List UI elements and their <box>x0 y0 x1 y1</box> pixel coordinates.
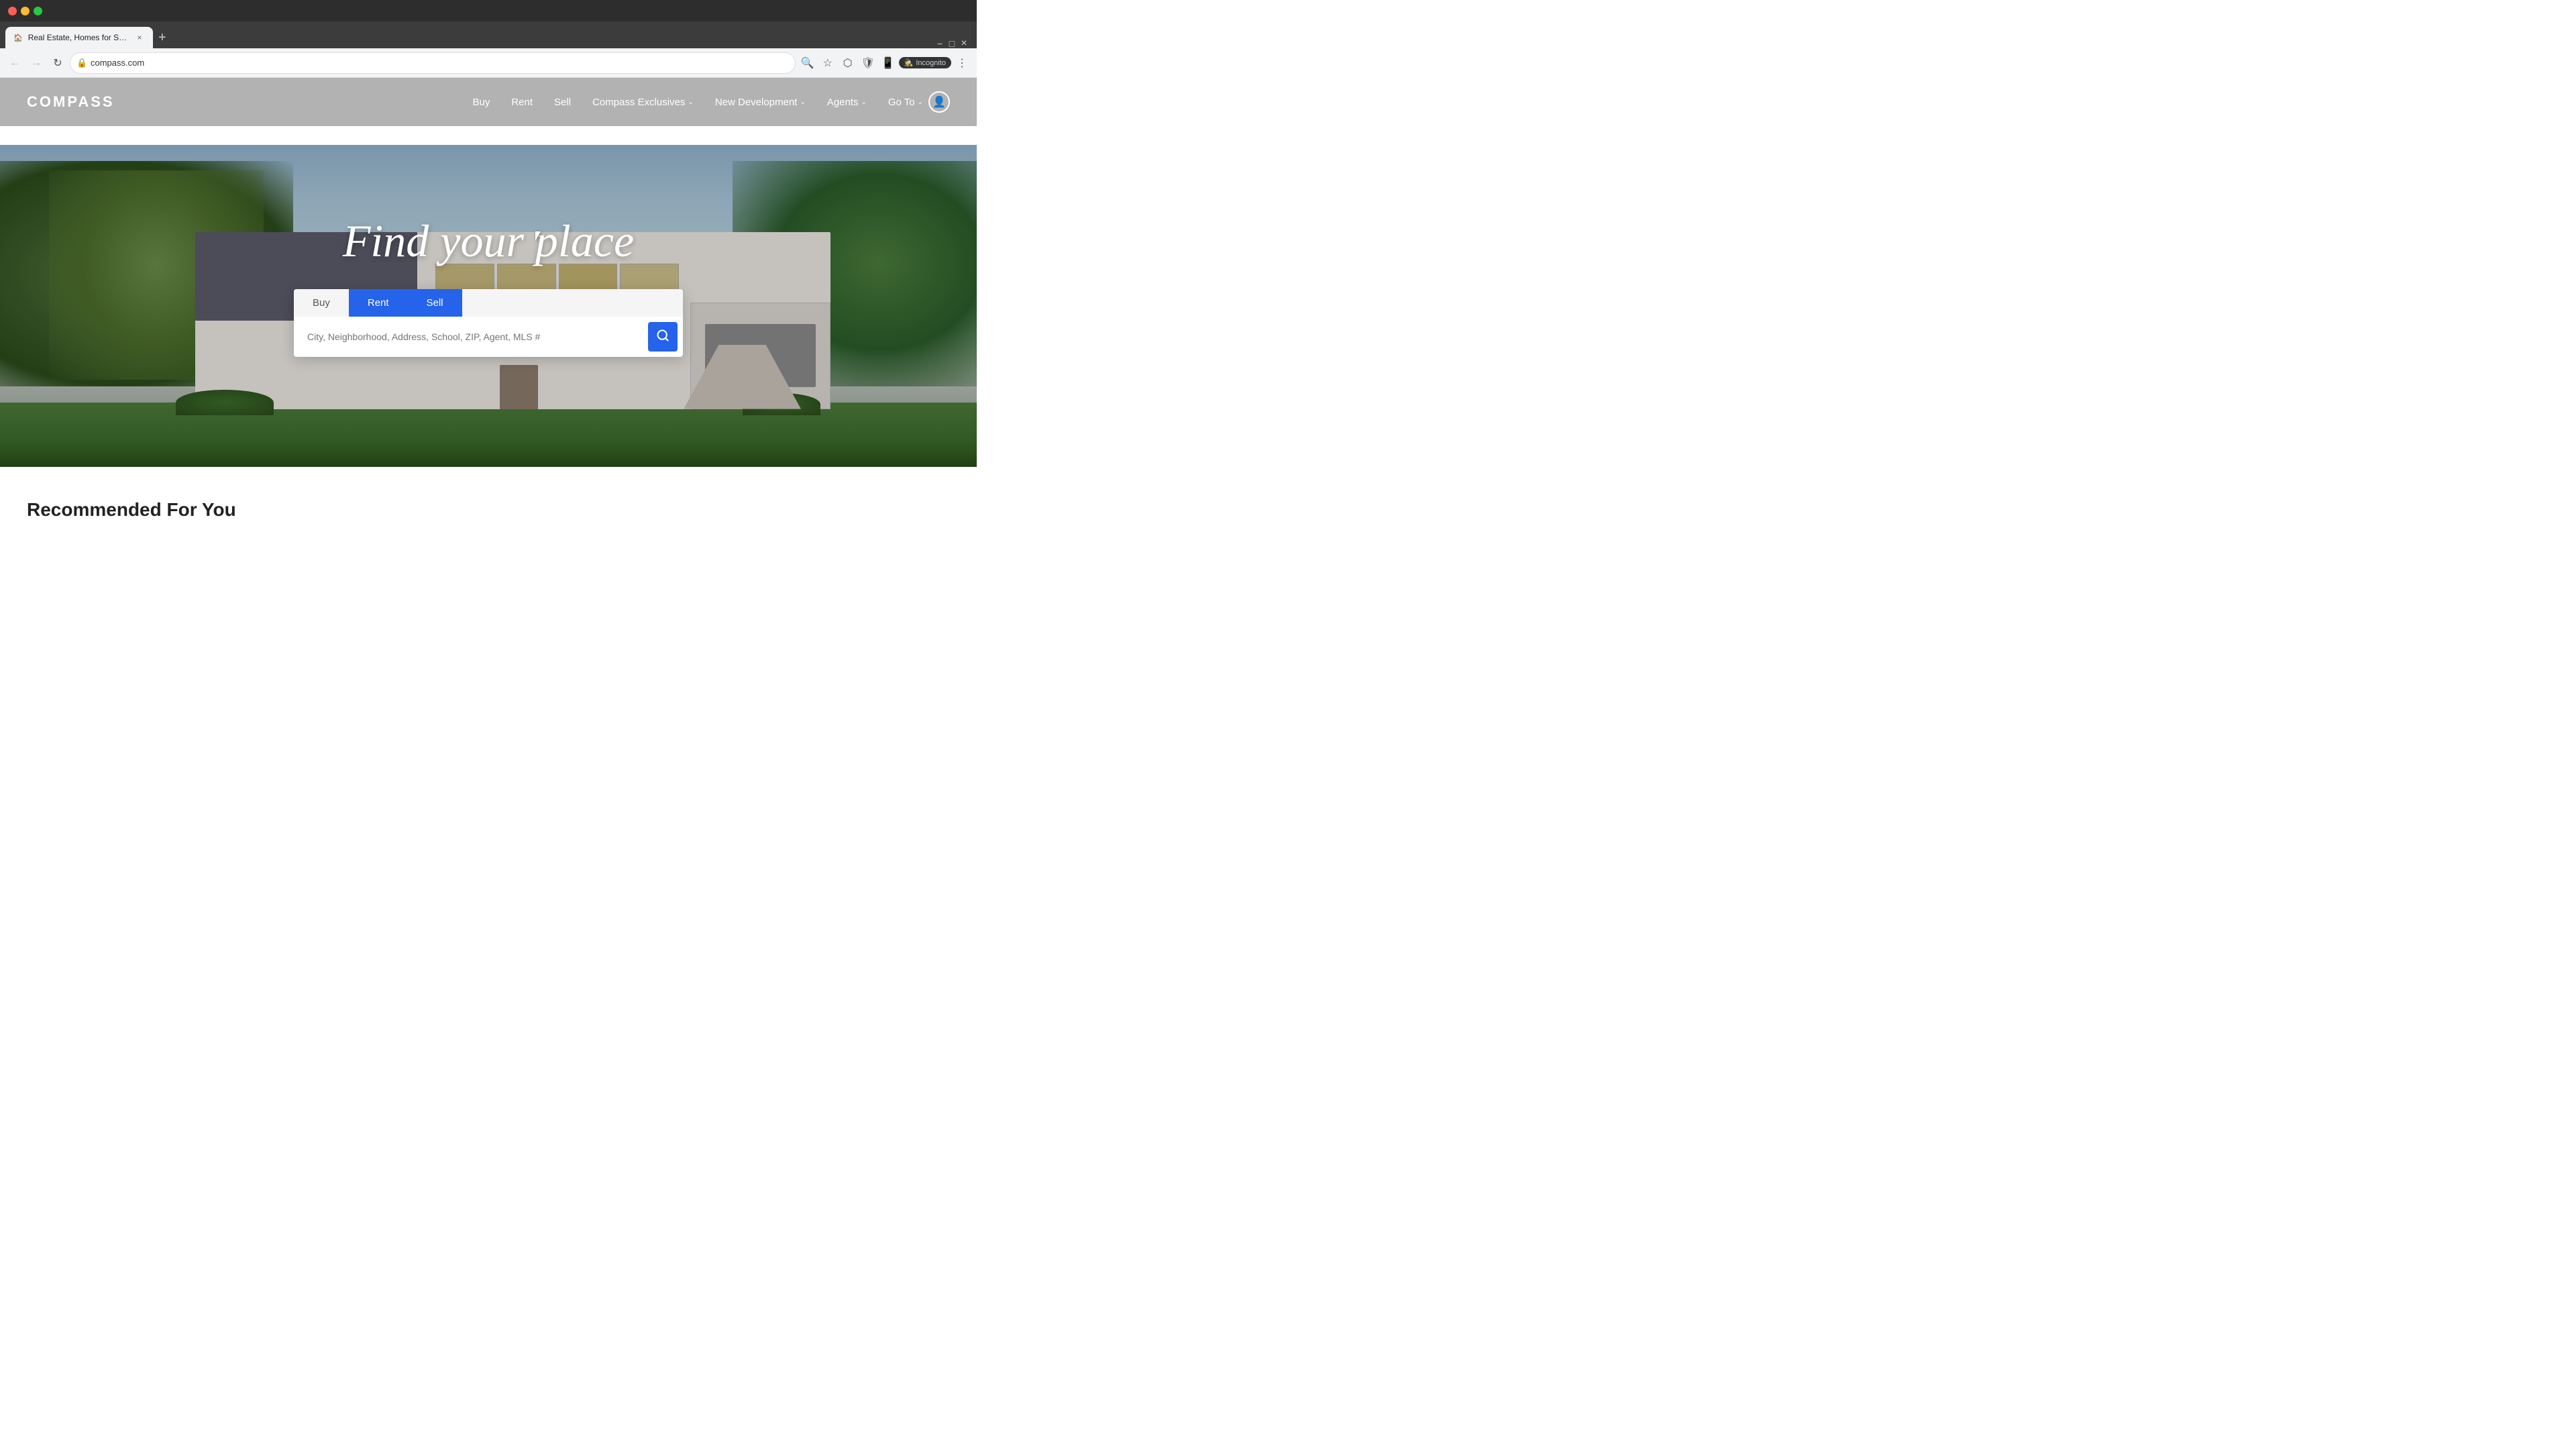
nav-exclusives-label: Compass Exclusives <box>592 97 685 108</box>
responsive-button[interactable]: 📱 <box>879 54 898 72</box>
tab-close-button[interactable]: × <box>134 32 145 43</box>
nav-links: Buy Rent Sell Compass Exclusives ⌄ New <box>472 97 923 108</box>
back-icon: ← <box>9 57 20 69</box>
tab-bar: 🏠 Real Estate, Homes for Sale & ... × + … <box>0 21 977 48</box>
newdev-chevron-icon: ⌄ <box>800 99 805 106</box>
bookmark-button[interactable]: ☆ <box>818 54 837 72</box>
nav-newdev-label: New Development <box>715 97 798 108</box>
back-button[interactable]: ← <box>5 54 24 72</box>
search-widget: Buy Rent Sell <box>294 289 683 357</box>
tab-title: Real Estate, Homes for Sale & ... <box>28 33 129 42</box>
nav-rent-link[interactable]: Rent <box>511 97 533 108</box>
extensions-button[interactable]: ⬡ <box>839 54 857 72</box>
menu-button[interactable]: ⋮ <box>953 54 971 72</box>
incognito-label: Incognito <box>916 59 946 67</box>
nav-goto-item: Go To ⌄ <box>888 97 923 108</box>
search-toolbar-button[interactable]: 🔍 <box>798 54 817 72</box>
forward-icon: → <box>31 57 42 69</box>
window-controls <box>8 7 42 15</box>
hero-title: Find your place <box>343 215 634 268</box>
incognito-icon: 🕵 <box>904 58 914 67</box>
shield-button[interactable]: 🛡 <box>859 54 877 72</box>
nav-newdev-link[interactable]: New Development ⌄ <box>715 97 806 108</box>
nav-goto-link[interactable]: Go To ⌄ <box>888 97 923 108</box>
forward-button[interactable]: → <box>27 54 46 72</box>
nav-exclusives-item: Compass Exclusives ⌄ <box>592 97 694 108</box>
address-bar-container: 🔒 <box>70 52 796 74</box>
nav-exclusives-link[interactable]: Compass Exclusives ⌄ <box>592 97 694 108</box>
search-tab-sell[interactable]: Sell <box>408 289 462 317</box>
browser-close-button[interactable]: × <box>959 39 969 48</box>
site-content: COMPASS Buy Rent Sell Compass Exclusives… <box>0 78 977 569</box>
maximize-window-button[interactable] <box>34 7 42 15</box>
hero-section: COMPASS Buy Rent Sell Compass Exclusives… <box>0 78 977 467</box>
hero-content: Find your place Buy Rent Sell <box>0 78 977 467</box>
search-tab-rent[interactable]: Rent <box>349 289 408 317</box>
agents-chevron-icon: ⌄ <box>861 99 866 106</box>
responsive-icon: 📱 <box>881 56 895 70</box>
nav-agents-label: Agents <box>827 97 859 108</box>
nav-agents-link[interactable]: Agents ⌄ <box>827 97 867 108</box>
address-lock-icon: 🔒 <box>76 58 87 68</box>
search-tabs: Buy Rent Sell <box>294 289 683 317</box>
recommended-section: Recommended For You <box>0 467 977 569</box>
search-toolbar-icon: 🔍 <box>801 56 814 70</box>
user-icon: 👤 <box>932 95 946 109</box>
search-submit-button[interactable] <box>648 322 678 352</box>
nav-goto-label: Go To <box>888 97 915 108</box>
incognito-badge: 🕵 Incognito <box>899 57 951 68</box>
browser-maximize-button[interactable]: □ <box>947 39 957 48</box>
tab-favicon: 🏠 <box>13 34 23 42</box>
exclusives-chevron-icon: ⌄ <box>688 99 693 106</box>
address-bar[interactable] <box>70 52 796 74</box>
search-submit-icon <box>656 329 669 345</box>
search-tab-buy[interactable]: Buy <box>294 289 349 317</box>
site-nav: COMPASS Buy Rent Sell Compass Exclusives… <box>0 78 977 126</box>
nav-agents-item: Agents ⌄ <box>827 97 867 108</box>
new-tab-button[interactable]: + <box>153 27 172 48</box>
top-bar <box>0 0 977 21</box>
refresh-icon: ↻ <box>53 56 62 70</box>
bookmark-icon: ☆ <box>822 56 832 70</box>
search-input-row <box>294 317 683 357</box>
search-input[interactable] <box>299 325 648 349</box>
browser-chrome: 🏠 Real Estate, Homes for Sale & ... × + … <box>0 0 977 78</box>
toolbar-actions: 🔍 ☆ ⬡ 🛡 📱 🕵 Incognito ⋮ <box>798 54 971 72</box>
browser-toolbar: ← → ↻ 🔒 🔍 ☆ ⬡ 🛡 📱 <box>0 48 977 78</box>
extensions-icon: ⬡ <box>843 56 853 70</box>
goto-chevron-icon: ⌄ <box>918 99 923 106</box>
browser-minimize-button[interactable]: − <box>935 39 945 48</box>
tab-compass[interactable]: 🏠 Real Estate, Homes for Sale & ... × <box>5 27 153 48</box>
nav-sell-item: Sell <box>554 97 571 108</box>
nav-rent-item: Rent <box>511 97 533 108</box>
nav-buy-item: Buy <box>472 97 490 108</box>
minimize-window-button[interactable] <box>21 7 30 15</box>
nav-sell-link[interactable]: Sell <box>554 97 571 108</box>
nav-buy-link[interactable]: Buy <box>472 97 490 108</box>
user-account-button[interactable]: 👤 <box>928 91 950 113</box>
close-window-button[interactable] <box>8 7 17 15</box>
nav-newdev-item: New Development ⌄ <box>715 97 806 108</box>
menu-icon: ⋮ <box>957 56 967 70</box>
refresh-button[interactable]: ↻ <box>48 54 67 72</box>
recommended-section-title: Recommended For You <box>27 499 950 521</box>
shield-icon: 🛡 <box>861 56 874 70</box>
site-logo[interactable]: COMPASS <box>27 93 472 111</box>
